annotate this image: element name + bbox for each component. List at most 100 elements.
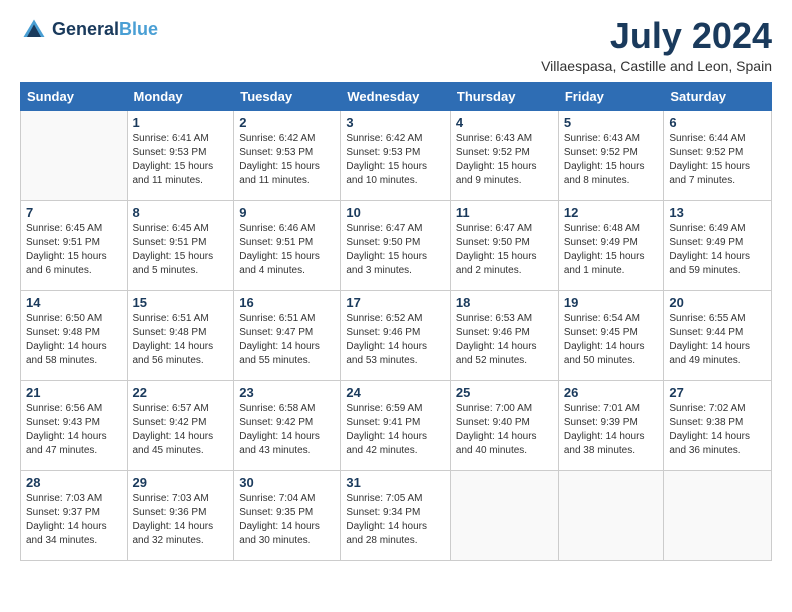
day-number: 23 [239,385,335,400]
day-number: 22 [133,385,229,400]
day-cell: 11Sunrise: 6:47 AM Sunset: 9:50 PM Dayli… [450,200,558,290]
day-cell: 18Sunrise: 6:53 AM Sunset: 9:46 PM Dayli… [450,290,558,380]
day-info: Sunrise: 6:51 AM Sunset: 9:48 PM Dayligh… [133,312,229,368]
day-info: Sunrise: 6:59 AM Sunset: 9:41 PM Dayligh… [346,402,445,458]
day-number: 7 [26,205,122,220]
day-cell [664,470,772,560]
day-cell [450,470,558,560]
calendar-body: 1Sunrise: 6:41 AM Sunset: 9:53 PM Daylig… [21,110,772,560]
day-cell: 20 Sunrise: 6:55 AM Sunset: 9:44 PM Dayli… [664,290,772,380]
week-row-3: 14Sunrise: 6:50 AM Sunset: 9:48 PM Dayli… [21,290,772,380]
week-row-4: 21 Sunrise: 6:56 AM Sunset: 9:43 PM Dayli… [21,380,772,470]
day-cell: 3 Sunrise: 6:42 AM Sunset: 9:53 PM Daylig… [341,110,451,200]
day-cell: 13 Sunrise: 6:49 AM Sunset: 9:49 PM Dayli… [664,200,772,290]
day-info: Sunrise: 6:48 AM Sunset: 9:49 PM Dayligh… [564,222,659,278]
day-number: 16 [239,295,335,310]
day-number: 25 [456,385,553,400]
day-number: 24 [346,385,445,400]
day-cell: 30 Sunrise: 7:04 AM Sunset: 9:35 PM Dayli… [234,470,341,560]
day-cell: 16 Sunrise: 6:51 AM Sunset: 9:47 PM Dayli… [234,290,341,380]
logo-icon [20,16,48,44]
day-number: 5 [564,115,659,130]
day-cell: 8 Sunrise: 6:45 AM Sunset: 9:51 PM Daylig… [127,200,234,290]
day-number: 18 [456,295,553,310]
day-info: Sunrise: 7:03 AM Sunset: 9:36 PM Dayligh… [133,492,229,548]
column-header-friday: Friday [558,82,664,110]
day-cell: 9 Sunrise: 6:46 AM Sunset: 9:51 PM Daylig… [234,200,341,290]
day-info: Sunrise: 6:56 AM Sunset: 9:43 PM Dayligh… [26,402,122,458]
day-info: Sunrise: 6:49 AM Sunset: 9:49 PM Dayligh… [669,222,766,278]
day-number: 3 [346,115,445,130]
day-number: 30 [239,475,335,490]
day-cell: 14Sunrise: 6:50 AM Sunset: 9:48 PM Dayli… [21,290,128,380]
day-cell: 12 Sunrise: 6:48 AM Sunset: 9:49 PM Dayli… [558,200,664,290]
calendar-title: July 2024 [541,16,772,56]
day-info: Sunrise: 6:45 AM Sunset: 9:51 PM Dayligh… [26,222,122,278]
day-number: 15 [133,295,229,310]
day-cell: 6Sunrise: 6:44 AM Sunset: 9:52 PM Daylig… [664,110,772,200]
day-number: 10 [346,205,445,220]
day-cell: 22 Sunrise: 6:57 AM Sunset: 9:42 PM Dayli… [127,380,234,470]
day-number: 21 [26,385,122,400]
day-cell: 1Sunrise: 6:41 AM Sunset: 9:53 PM Daylig… [127,110,234,200]
day-info: Sunrise: 6:46 AM Sunset: 9:51 PM Dayligh… [239,222,335,278]
day-info: Sunrise: 6:52 AM Sunset: 9:46 PM Dayligh… [346,312,445,368]
column-header-saturday: Saturday [664,82,772,110]
day-cell: 15 Sunrise: 6:51 AM Sunset: 9:48 PM Dayli… [127,290,234,380]
day-info: Sunrise: 7:03 AM Sunset: 9:37 PM Dayligh… [26,492,122,548]
page-header: GeneralBlue July 2024 Villaespasa, Casti… [20,16,772,74]
day-cell: 19Sunrise: 6:54 AM Sunset: 9:45 PM Dayli… [558,290,664,380]
day-number: 12 [564,205,659,220]
day-cell: 31 Sunrise: 7:05 AM Sunset: 9:34 PM Dayli… [341,470,451,560]
day-info: Sunrise: 6:58 AM Sunset: 9:42 PM Dayligh… [239,402,335,458]
day-cell [558,470,664,560]
day-info: Sunrise: 6:51 AM Sunset: 9:47 PM Dayligh… [239,312,335,368]
day-number: 26 [564,385,659,400]
day-number: 20 [669,295,766,310]
day-cell: 21 Sunrise: 6:56 AM Sunset: 9:43 PM Dayli… [21,380,128,470]
day-info: Sunrise: 6:44 AM Sunset: 9:52 PM Dayligh… [669,132,766,188]
logo: GeneralBlue [20,16,158,44]
day-cell: 10 Sunrise: 6:47 AM Sunset: 9:50 PM Dayli… [341,200,451,290]
day-info: Sunrise: 6:42 AM Sunset: 9:53 PM Dayligh… [346,132,445,188]
day-number: 9 [239,205,335,220]
column-header-monday: Monday [127,82,234,110]
column-header-sunday: Sunday [21,82,128,110]
day-info: Sunrise: 6:42 AM Sunset: 9:53 PM Dayligh… [239,132,335,188]
day-number: 17 [346,295,445,310]
day-info: Sunrise: 6:43 AM Sunset: 9:52 PM Dayligh… [564,132,659,188]
day-number: 31 [346,475,445,490]
day-cell: 2Sunrise: 6:42 AM Sunset: 9:53 PM Daylig… [234,110,341,200]
day-number: 19 [564,295,659,310]
day-info: Sunrise: 6:47 AM Sunset: 9:50 PM Dayligh… [346,222,445,278]
day-info: Sunrise: 7:04 AM Sunset: 9:35 PM Dayligh… [239,492,335,548]
day-info: Sunrise: 6:57 AM Sunset: 9:42 PM Dayligh… [133,402,229,458]
day-cell [21,110,128,200]
day-cell: 5 Sunrise: 6:43 AM Sunset: 9:52 PM Daylig… [558,110,664,200]
calendar-header-row: SundayMondayTuesdayWednesdayThursdayFrid… [21,82,772,110]
week-row-2: 7 Sunrise: 6:45 AM Sunset: 9:51 PM Daylig… [21,200,772,290]
day-cell: 25 Sunrise: 7:00 AM Sunset: 9:40 PM Dayli… [450,380,558,470]
column-header-thursday: Thursday [450,82,558,110]
day-number: 29 [133,475,229,490]
day-info: Sunrise: 7:05 AM Sunset: 9:34 PM Dayligh… [346,492,445,548]
calendar-table: SundayMondayTuesdayWednesdayThursdayFrid… [20,82,772,561]
day-number: 13 [669,205,766,220]
calendar-subtitle: Villaespasa, Castille and Leon, Spain [541,58,772,74]
column-header-wednesday: Wednesday [341,82,451,110]
day-cell: 17 Sunrise: 6:52 AM Sunset: 9:46 PM Dayli… [341,290,451,380]
day-info: Sunrise: 6:41 AM Sunset: 9:53 PM Dayligh… [133,132,229,188]
day-info: Sunrise: 6:55 AM Sunset: 9:44 PM Dayligh… [669,312,766,368]
day-cell: 29 Sunrise: 7:03 AM Sunset: 9:36 PM Dayli… [127,470,234,560]
week-row-1: 1Sunrise: 6:41 AM Sunset: 9:53 PM Daylig… [21,110,772,200]
day-number: 28 [26,475,122,490]
day-info: Sunrise: 7:00 AM Sunset: 9:40 PM Dayligh… [456,402,553,458]
logo-text: GeneralBlue [52,20,158,40]
day-info: Sunrise: 6:45 AM Sunset: 9:51 PM Dayligh… [133,222,229,278]
week-row-5: 28 Sunrise: 7:03 AM Sunset: 9:37 PM Dayli… [21,470,772,560]
day-cell: 7 Sunrise: 6:45 AM Sunset: 9:51 PM Daylig… [21,200,128,290]
day-cell: 23 Sunrise: 6:58 AM Sunset: 9:42 PM Dayli… [234,380,341,470]
day-info: Sunrise: 6:47 AM Sunset: 9:50 PM Dayligh… [456,222,553,278]
day-info: Sunrise: 6:50 AM Sunset: 9:48 PM Dayligh… [26,312,122,368]
day-number: 8 [133,205,229,220]
